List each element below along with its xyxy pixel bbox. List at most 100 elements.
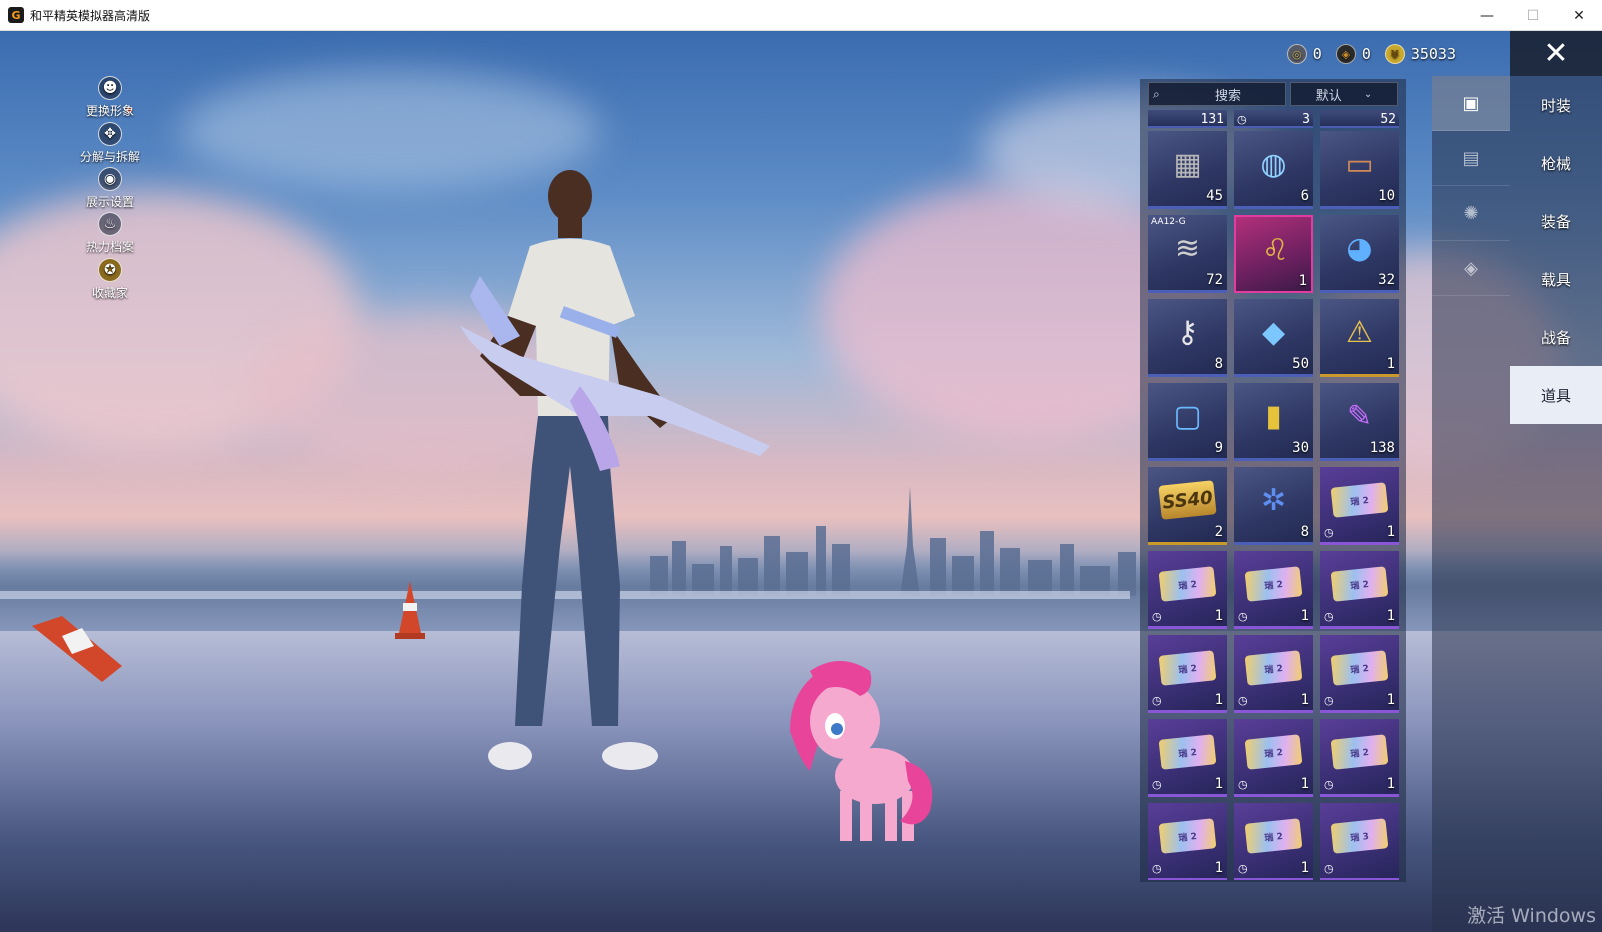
chest-icon[interactable]: ▤: [1432, 131, 1510, 186]
inventory-item[interactable]: SS40 2: [1148, 467, 1227, 545]
item-count: 1: [1386, 608, 1395, 624]
ticket-label: 瑞 2: [1330, 566, 1389, 602]
tab-combat-prep[interactable]: 战备: [1510, 308, 1602, 366]
window-close-button[interactable]: ✕: [1556, 0, 1602, 31]
inventory-item[interactable]: 瑞 2 ◷ 1: [1148, 635, 1227, 713]
change-appearance-button[interactable]: ☻ 更换形象: [72, 76, 148, 119]
lion-emblem-icon: ♌: [1262, 232, 1289, 268]
item-count: 1: [1386, 524, 1395, 540]
collector-label: 收藏家: [91, 286, 128, 300]
inventory-item[interactable]: ♌ 1: [1234, 215, 1313, 293]
item-count: 1: [1300, 776, 1309, 792]
inventory-item[interactable]: 瑞 2 ◷ 1: [1234, 719, 1313, 797]
tab-firearms[interactable]: 枪械: [1510, 134, 1602, 192]
item-count: 30: [1292, 440, 1309, 456]
eye-icon: ◉: [98, 167, 122, 191]
gold-coin-value: 0: [1312, 45, 1322, 63]
inventory-item[interactable]: 瑞 2 ◷ 1: [1234, 635, 1313, 713]
inventory-item[interactable]: ▭ 10: [1320, 131, 1399, 209]
inventory-item[interactable]: ◍ 6: [1234, 131, 1313, 209]
inventory-item[interactable]: ◷ 3: [1234, 110, 1313, 128]
tab-equipment[interactable]: 装备: [1510, 192, 1602, 250]
decompose-button[interactable]: ✥ 分解与拆解: [72, 122, 148, 165]
supply-crate-icon: ▦: [1173, 146, 1202, 182]
inventory-item[interactable]: 瑞 2 ◷ 1: [1320, 635, 1399, 713]
blue-gear-badge-icon: ✲: [1260, 482, 1287, 518]
firework-icon[interactable]: ✺: [1432, 186, 1510, 241]
maximize-button[interactable]: ☐: [1510, 0, 1556, 31]
ticket-label: 瑞 2: [1158, 566, 1217, 602]
inventory-item[interactable]: 瑞 2 ◷ 1: [1148, 719, 1227, 797]
inventory-item[interactable]: AA12-G ≋ 72: [1148, 215, 1227, 293]
inventory-item[interactable]: ◆ 50: [1234, 299, 1313, 377]
inventory-item[interactable]: 瑞 2 ◷ 1: [1320, 719, 1399, 797]
search-input[interactable]: ⌕ 搜索: [1148, 82, 1286, 106]
item-count: 8: [1300, 524, 1309, 540]
clock-icon: ◷: [1324, 526, 1334, 539]
ticket-icon: 瑞 2: [1330, 475, 1389, 525]
chevron-down-icon: ⌄: [1363, 88, 1373, 100]
badge-coin-value: 0: [1361, 45, 1371, 63]
tab-vehicles[interactable]: 载具: [1510, 250, 1602, 308]
ticket-label: 瑞 2: [1158, 734, 1217, 770]
close-panel-button[interactable]: ✕: [1510, 31, 1602, 76]
inventory-item[interactable]: 瑞 2 ◷ 1: [1148, 551, 1227, 629]
tab-props[interactable]: 道具: [1510, 366, 1602, 424]
sort-dropdown[interactable]: 默认 ⌄: [1290, 82, 1398, 106]
currency-bar: ◎ 0 ◈ 0 ¥ 35033: [1286, 44, 1464, 64]
inventory-item[interactable]: ✲ 8: [1234, 467, 1313, 545]
title-bar: G 和平精英模拟器高清版 — ☐ ✕: [0, 0, 1602, 31]
heat-profile-button[interactable]: ♨ 热力档案: [72, 212, 148, 255]
windows-activation-watermark: 激活 Windows: [1467, 905, 1596, 927]
ticket-icon: 瑞 2: [1330, 559, 1389, 609]
app-logo-icon: G: [8, 7, 24, 23]
inventory-item[interactable]: ⚠ 1: [1320, 299, 1399, 377]
item-count: 6: [1300, 188, 1309, 204]
ticket-label: 瑞 2: [1158, 818, 1217, 854]
ticket-label: 瑞 2: [1158, 650, 1217, 686]
inventory-item[interactable]: 瑞 2 ◷ 1: [1320, 551, 1399, 629]
inventory-item[interactable]: ▦ 45: [1148, 131, 1227, 209]
collector-button[interactable]: ✪ 收藏家: [72, 258, 148, 301]
tab-fashion[interactable]: 时装: [1510, 76, 1602, 134]
item-count: 1: [1386, 356, 1395, 372]
ticket-icon: 瑞 2: [1244, 643, 1303, 693]
card-icon[interactable]: ▣: [1432, 76, 1510, 131]
key-icon: ⚷: [1176, 314, 1199, 350]
bp-coin-icon: ¥: [1384, 44, 1405, 64]
inventory-item[interactable]: 瑞 2 ◷ 1: [1148, 803, 1227, 880]
ticket-icon: 瑞 2: [1244, 727, 1303, 777]
search-icon: ⌕: [1153, 86, 1160, 101]
flame-icon: ♨: [98, 212, 122, 236]
game-window: G 和平精英模拟器高清版 — ☐ ✕ ☻ 更换形象 ✥ 分解与拆解 ◉ 展示设置…: [0, 0, 1602, 932]
inventory-item[interactable]: ▢ 9: [1148, 383, 1227, 461]
inventory-cells: ▦ 45 ◍ 6 ▭ 10 AA12-G ≋ 72 ♌ 1 ◕ 32 ⚷ 8 ◆ 50 ⚠ 1 ▢ 9 ▮ 30 ✎ 138 SS…: [1148, 131, 1400, 880]
ticket-label: 瑞 3: [1330, 818, 1389, 854]
collector-badge-icon: ✪: [98, 258, 122, 282]
inventory-item[interactable]: 131: [1148, 110, 1227, 128]
ticket-icon: 瑞 3: [1330, 811, 1389, 861]
change-appearance-label: 更换形象: [85, 104, 134, 118]
display-settings-label: 展示设置: [85, 195, 134, 209]
blue-token-icon: ◍: [1260, 146, 1287, 182]
ticket-icon[interactable]: ◈: [1432, 241, 1510, 296]
display-settings-button[interactable]: ◉ 展示设置: [72, 167, 148, 210]
inventory-panel: ⌕ 搜索 默认 ⌄ 131 ◷ 3 52 ▦ 45 ◍ 6 ▭ 10 AA12-…: [1140, 79, 1406, 882]
clock-icon: ◷: [1324, 610, 1334, 623]
clock-icon: ◷: [1324, 694, 1334, 707]
inventory-item[interactable]: 瑞 2 ◷ 1: [1320, 467, 1399, 545]
spring-icon: ≋: [1174, 230, 1201, 266]
inventory-item[interactable]: ▮ 30: [1234, 383, 1313, 461]
ticket-label: 瑞 2: [1244, 734, 1303, 770]
inventory-item[interactable]: 52: [1320, 110, 1399, 128]
inventory-item[interactable]: ⚷ 8: [1148, 299, 1227, 377]
window-title: 和平精英模拟器高清版: [30, 8, 151, 23]
minimize-button[interactable]: —: [1464, 0, 1510, 31]
traffic-cone: [32, 616, 122, 682]
inventory-item[interactable]: 瑞 2 ◷ 1: [1234, 803, 1313, 880]
inventory-item[interactable]: 瑞 2 ◷ 1: [1234, 551, 1313, 629]
inventory-item[interactable]: 瑞 3 ◷: [1320, 803, 1399, 880]
inventory-item[interactable]: ✎ 138: [1320, 383, 1399, 461]
item-count: 10: [1378, 188, 1395, 204]
inventory-item[interactable]: ◕ 32: [1320, 215, 1399, 293]
